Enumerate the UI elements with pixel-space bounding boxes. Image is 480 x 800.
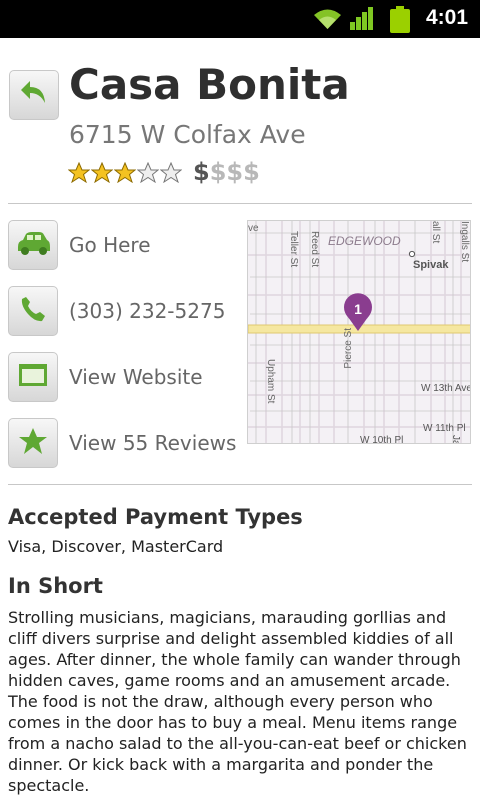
map-label-right-edge-3: Ja (450, 435, 461, 444)
status-time: 4:01 (425, 6, 468, 29)
star-icon (18, 427, 48, 459)
go-here-button[interactable] (8, 220, 58, 270)
reviews-button[interactable] (8, 418, 58, 468)
reviews-label: View 55 Reviews (69, 431, 237, 455)
website-button[interactable] (8, 352, 58, 402)
map-label-teller: Teller St (288, 231, 299, 267)
website-label: View Website (69, 365, 203, 389)
map-label-edgewood: EDGEWOOD (328, 234, 401, 248)
website-action[interactable]: View Website (8, 352, 238, 402)
location-map[interactable]: ve EDGEWOOD Spivak Teller St Reed St Pie… (247, 220, 471, 444)
car-icon (14, 229, 52, 261)
middle-divider (8, 484, 472, 485)
map-label-right-edge-1: all St (430, 221, 441, 243)
status-bar: 4:01 (0, 0, 480, 38)
map-label-upham: Upham St (265, 359, 276, 404)
star-filled-icon (67, 161, 91, 187)
top-divider (8, 203, 472, 204)
reviews-action[interactable]: View 55 Reviews (8, 418, 238, 468)
battery-icon (390, 6, 410, 37)
map-label-w13: W 13th Ave (421, 383, 471, 394)
star-filled-icon (113, 161, 137, 187)
back-arrow-icon (18, 79, 50, 111)
place-address: 6715 W Colfax Ave (69, 120, 306, 149)
map-graphic: ve EDGEWOOD Spivak Teller St Reed St Pie… (248, 221, 471, 444)
star-empty-icon (159, 161, 183, 187)
go-here-label: Go Here (69, 233, 151, 257)
rating-stars (67, 161, 183, 187)
back-button[interactable] (9, 70, 59, 120)
go-here-action[interactable]: Go Here (8, 220, 238, 270)
map-label-pierce: Pierce St (343, 328, 354, 369)
browser-window-icon (18, 363, 48, 391)
price-level: $$$$ (193, 158, 260, 186)
map-label-left-edge: ve (248, 223, 259, 234)
payment-title: Accepted Payment Types (8, 505, 303, 529)
signal-icon (348, 6, 376, 34)
phone-label: (303) 232-5275 (69, 299, 226, 323)
map-label-w11: W 11th Pl (423, 423, 466, 434)
star-filled-icon (90, 161, 114, 187)
payment-text: Visa, Discover, MasterCard (8, 537, 224, 556)
star-empty-icon (136, 161, 160, 187)
in-short-title: In Short (8, 574, 103, 598)
phone-icon (18, 294, 48, 328)
wifi-icon (312, 6, 343, 34)
map-label-reed: Reed St (309, 231, 320, 267)
place-name: Casa Bonita (69, 60, 350, 109)
in-short-text: Strolling musicians, magicians, maraudin… (8, 608, 467, 795)
map-label-spivak: Spivak (413, 259, 449, 271)
phone-button[interactable] (8, 286, 58, 336)
map-label-w10: W 10th Pl (360, 435, 403, 444)
map-label-right-edge-2: Ingalls St (459, 221, 470, 262)
map-marker-label: 1 (354, 301, 362, 317)
phone-action[interactable]: (303) 232-5275 (8, 286, 238, 336)
